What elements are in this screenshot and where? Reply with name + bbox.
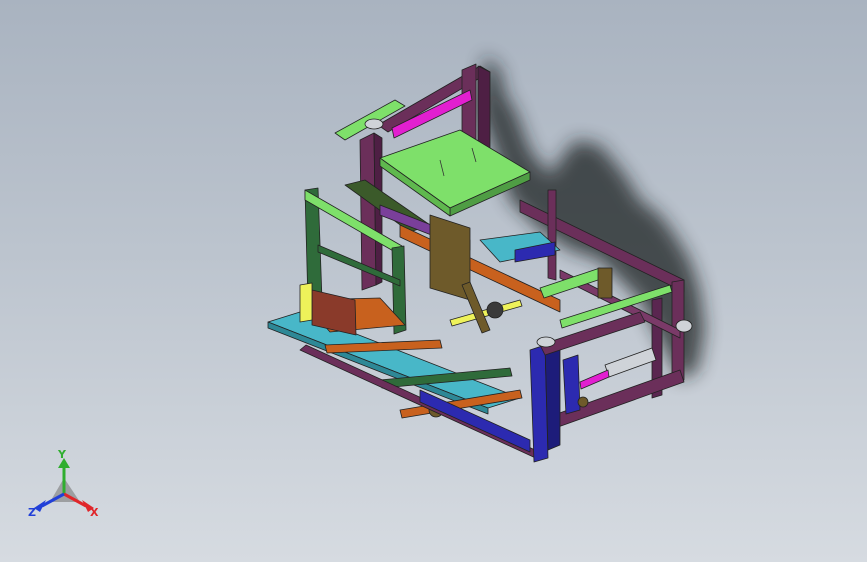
z-axis-label: Z	[28, 506, 36, 519]
y-axis-label: Y	[57, 448, 67, 461]
cad-assembly[interactable]	[267, 63, 693, 463]
graphics-viewport[interactable]: Y X Z	[0, 0, 867, 562]
x-axis-label: X	[90, 506, 99, 519]
coordinate-triad[interactable]: Y X Z	[28, 448, 99, 519]
